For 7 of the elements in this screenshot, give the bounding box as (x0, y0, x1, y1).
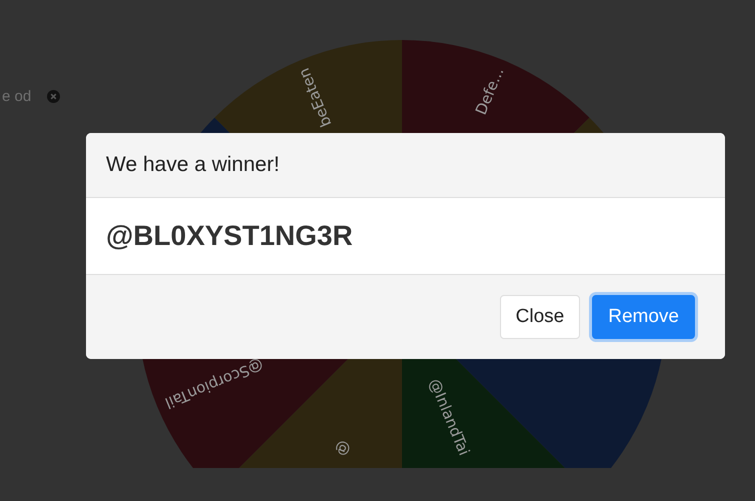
remove-button[interactable]: Remove (592, 295, 695, 339)
close-button[interactable]: Close (500, 295, 580, 339)
winner-name: @BL0XYST1NG3R (106, 220, 353, 252)
dialog-title: We have a winner! (106, 153, 280, 177)
segment-label: @ (332, 438, 355, 459)
entry-text: e od (2, 88, 32, 105)
remove-icon[interactable] (47, 90, 60, 103)
